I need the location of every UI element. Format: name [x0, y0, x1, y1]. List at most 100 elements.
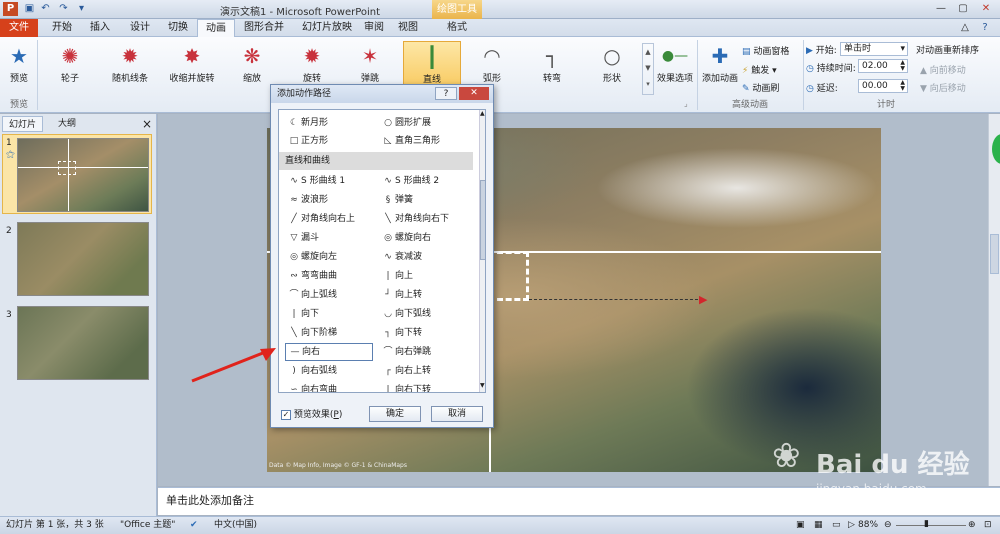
tab-transitions[interactable]: 切换 — [160, 19, 196, 37]
close-icon[interactable]: ✕ — [975, 2, 997, 16]
trigger-button[interactable]: ⚡ 触发 ▾ — [742, 63, 777, 76]
checkbox-checked-icon[interactable]: ✓ — [281, 410, 291, 420]
list-item[interactable]: ⌒ 向右弹跳 — [381, 343, 431, 361]
tab-shape-merge[interactable]: 图形合并 — [238, 19, 290, 37]
tab-animations[interactable]: 动画 — [197, 19, 235, 38]
effect-shrink-turn[interactable]: ✸ 收缩并旋转 — [164, 41, 220, 91]
start-select[interactable]: 单击时 ▾ — [840, 42, 908, 56]
collapse-ribbon-icon[interactable]: △ — [958, 19, 972, 37]
motion-path-line[interactable] — [529, 299, 703, 300]
divider — [803, 40, 804, 110]
guide-line — [68, 139, 69, 211]
list-item[interactable]: ╲ 对角线向右下 — [381, 210, 449, 228]
move-later-button[interactable]: ▼ 向后移动 — [920, 81, 966, 94]
zoom-out-icon[interactable]: ⊖ — [884, 517, 892, 534]
tab-insert[interactable]: 插入 — [82, 19, 118, 37]
add-animation-button[interactable]: ✚ 添加动画 — [700, 41, 740, 91]
preview-checkbox[interactable]: ✓ 预览效果(P) — [281, 407, 342, 420]
effect-shape-path[interactable]: ○ 形状 — [586, 41, 638, 91]
list-item[interactable]: ▽ 漏斗 — [287, 229, 319, 247]
list-item[interactable]: | 向下 — [287, 305, 319, 323]
zoom-in-icon[interactable]: ⊕ — [968, 517, 976, 534]
gallery-scroll[interactable]: ▲ ▼ ▾ — [642, 43, 654, 95]
close-panel-icon[interactable]: × — [136, 116, 158, 132]
effect-turn-path[interactable]: ┐ 转弯 — [526, 41, 578, 91]
zoom-level[interactable]: 88% — [858, 517, 878, 534]
view-sorter-icon[interactable]: ▦ — [814, 517, 823, 534]
zoom-slider[interactable] — [896, 525, 966, 526]
cancel-button[interactable]: 取消 — [431, 406, 483, 422]
tab-format[interactable]: 格式 — [437, 19, 477, 37]
list-item-selected[interactable]: — 向右 — [285, 343, 373, 361]
spellcheck-icon[interactable]: ✔ — [190, 517, 198, 534]
list-item[interactable]: ∿ S 形曲线 1 — [287, 172, 345, 190]
slide-thumbnail-2[interactable] — [17, 222, 149, 296]
animation-pane-button[interactable]: ▤ 动画窗格 — [742, 44, 789, 57]
swivel-icon: ✹ — [303, 44, 321, 68]
minimize-icon[interactable]: — — [930, 2, 952, 16]
tab-slides[interactable]: 幻灯片 — [2, 116, 44, 132]
selected-shape[interactable] — [497, 251, 529, 301]
tab-slideshow[interactable]: 幻灯片放映 — [296, 19, 358, 37]
turn-path-icon: ┐ — [545, 44, 559, 68]
list-scroll-thumb[interactable] — [480, 180, 485, 260]
list-item[interactable]: ∿ S 形曲线 2 — [381, 172, 439, 190]
list-item[interactable]: ╲ 向下阶梯 — [287, 324, 337, 342]
tab-file[interactable]: 文件 — [0, 19, 38, 37]
arc-down-icon: ◡ — [384, 309, 392, 319]
scroll-up-icon[interactable]: ▲ — [480, 110, 485, 117]
dialog-help-icon[interactable]: ? — [435, 87, 457, 100]
duration-stepper[interactable]: 02.00 ▲ ▼ — [858, 59, 908, 73]
list-item[interactable]: ◎ 螺旋向右 — [381, 229, 431, 247]
list-item[interactable]: ∾ 弯弯曲曲 — [287, 267, 337, 285]
slide-thumbnail-1[interactable] — [17, 138, 149, 212]
fit-slide-icon[interactable]: ⊡ — [984, 517, 992, 534]
view-slideshow-icon[interactable]: ▷ — [848, 517, 855, 534]
dialog-launcher-icon[interactable]: ⌟ — [684, 99, 688, 108]
tab-design[interactable]: 设计 — [122, 19, 158, 37]
list-item[interactable]: ) 向右弧线 — [287, 362, 337, 380]
list-item[interactable]: ⌒ 向上弧线 — [287, 286, 337, 304]
list-item[interactable]: □ 正方形 — [287, 132, 328, 150]
view-normal-icon[interactable]: ▣ — [796, 517, 805, 534]
list-item[interactable]: ◡ 向下弧线 — [381, 305, 431, 323]
list-item[interactable]: ∿ 衰减波 — [381, 248, 422, 266]
divider — [697, 40, 698, 110]
list-item[interactable]: ≈ 波浪形 — [287, 191, 328, 209]
tab-view[interactable]: 视图 — [394, 19, 422, 37]
list-item[interactable]: ╱ 对角线向右上 — [287, 210, 355, 228]
motion-path-list: ☾ 新月形 ○ 圆形扩展 □ 正方形 ◺ 直角三角形 直线和曲线 ∿ S 形曲线 1 ∿ S… — [278, 109, 486, 393]
zoom-slider-thumb[interactable]: ▮ — [924, 516, 929, 533]
scroll-thumb[interactable] — [990, 234, 999, 274]
list-item[interactable]: ◎ 螺旋向左 — [287, 248, 337, 266]
list-item[interactable]: ┘ 向上转 — [381, 286, 422, 304]
list-item[interactable]: ∽ 向右弯曲 — [287, 381, 337, 392]
list-item[interactable]: ◺ 直角三角形 — [381, 132, 440, 150]
list-item[interactable]: ○ 圆形扩展 — [381, 114, 431, 132]
list-item[interactable]: ┐ 向下转 — [381, 324, 422, 342]
list-item[interactable]: ☾ 新月形 — [287, 114, 328, 132]
list-scrollbar[interactable]: ▲ ▼ — [479, 110, 485, 392]
move-earlier-button[interactable]: ▲ 向前移动 — [920, 63, 966, 76]
tab-outline[interactable]: 大纲 — [52, 116, 82, 132]
tab-home[interactable]: 开始 — [44, 19, 80, 37]
help-icon[interactable]: ? — [976, 19, 994, 37]
preview-button[interactable]: ★ 预览 — [2, 41, 36, 91]
effect-options-button[interactable]: ●— 效果选项 — [655, 41, 695, 91]
dialog-close-icon[interactable]: ✕ — [459, 87, 489, 100]
list-item[interactable]: § 弹簧 — [381, 191, 413, 209]
maximize-icon[interactable]: ▢ — [952, 2, 974, 16]
effect-wheel[interactable]: ✺ 轮子 — [44, 41, 96, 91]
vertical-scrollbar[interactable] — [988, 114, 1000, 486]
list-item[interactable]: | 向右下转 — [381, 381, 431, 392]
list-item[interactable]: ┌ 向右上转 — [381, 362, 431, 380]
effect-random-bars[interactable]: ✹ 随机线条 — [104, 41, 156, 91]
slide-thumbnail-3[interactable] — [17, 306, 149, 380]
list-item[interactable]: | 向上 — [381, 267, 413, 285]
view-reading-icon[interactable]: ▭ — [832, 517, 841, 534]
delay-stepper[interactable]: 00.00 ▲ ▼ — [858, 79, 908, 93]
ok-button[interactable]: 确定 — [369, 406, 421, 422]
tab-review[interactable]: 审阅 — [360, 19, 388, 37]
animation-painter-button[interactable]: ✎ 动画刷 — [742, 81, 779, 94]
scroll-down-icon[interactable]: ▼ — [480, 382, 485, 389]
